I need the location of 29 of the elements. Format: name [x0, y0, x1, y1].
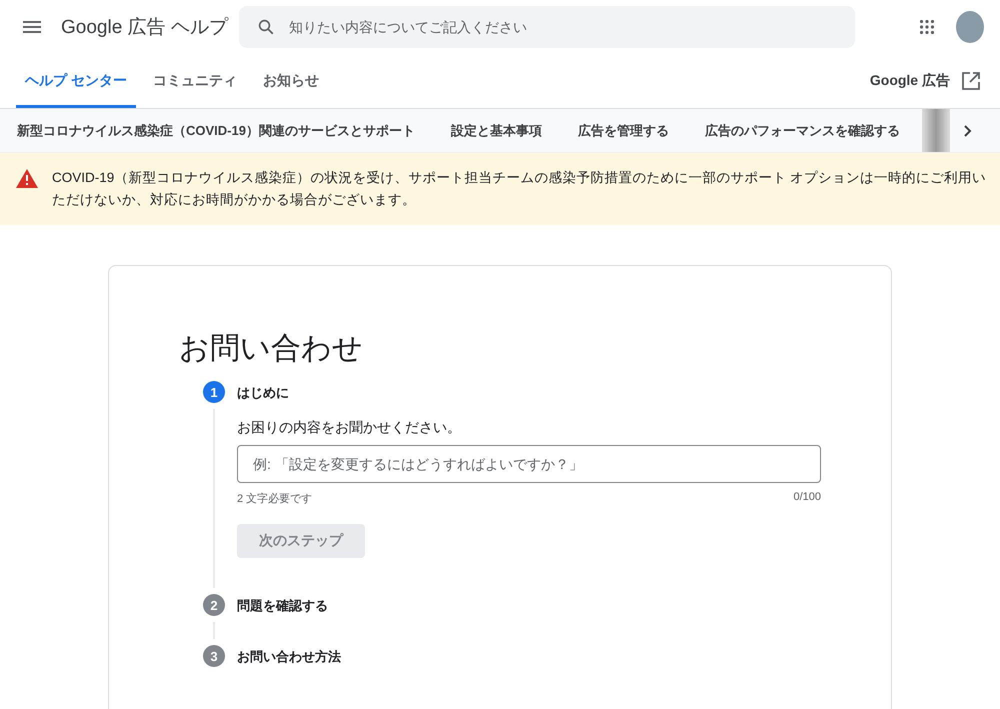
question-field[interactable]: 例: 「設定を変更するにはどうすればよいですか？」 [237, 445, 821, 483]
chevron-right-icon[interactable] [964, 125, 972, 137]
scroll-shadow [922, 109, 950, 152]
apps-grid-icon[interactable] [920, 20, 934, 34]
tab[interactable]: コミュニティ [144, 54, 246, 108]
warning-icon [16, 169, 38, 188]
step-title: お問い合わせ方法 [237, 648, 342, 666]
step-number: 2 [203, 594, 225, 616]
nav-link[interactable]: 広告のパフォーマンスを確認する [704, 122, 900, 140]
alert-message: COVID-19（新型コロナウイルス感染症）の状況を受け、サポート担当チームの感染予防措置のために一部のサポート オプションは一時的にご利用いただけないか、対応にお時間がかかる場合がございます。 [52, 169, 988, 209]
open-external-icon[interactable] [962, 72, 980, 90]
nav-link[interactable]: 新型コロナウイルス感染症（COVID-19）関連のサービスとサポート [17, 122, 415, 140]
site-title[interactable]: Google 広告 ヘルプ [61, 14, 239, 40]
character-counter: 0/100 [793, 491, 821, 505]
hint-text: 2 文字必要です [237, 492, 312, 506]
search-field[interactable]: 知りたい内容についてご記入ください [239, 6, 855, 48]
tab[interactable]: お知らせ [254, 54, 328, 108]
question-label: お困りの内容をお聞かせください。 [237, 419, 462, 437]
step-title: 問題を確認する [237, 597, 329, 615]
step-title: はじめに [237, 384, 290, 402]
step-number: 1 [203, 381, 225, 403]
page-heading: お問い合わせ [179, 331, 364, 367]
nav-link[interactable]: 設定と基本事項 [450, 122, 542, 140]
avatar[interactable] [956, 11, 984, 43]
nav-link[interactable]: 広告を管理する [578, 122, 669, 140]
menu-icon[interactable] [23, 21, 41, 33]
search-icon [257, 18, 275, 36]
product-link[interactable]: Google 広告 [870, 72, 950, 90]
step-number: 3 [203, 645, 225, 667]
